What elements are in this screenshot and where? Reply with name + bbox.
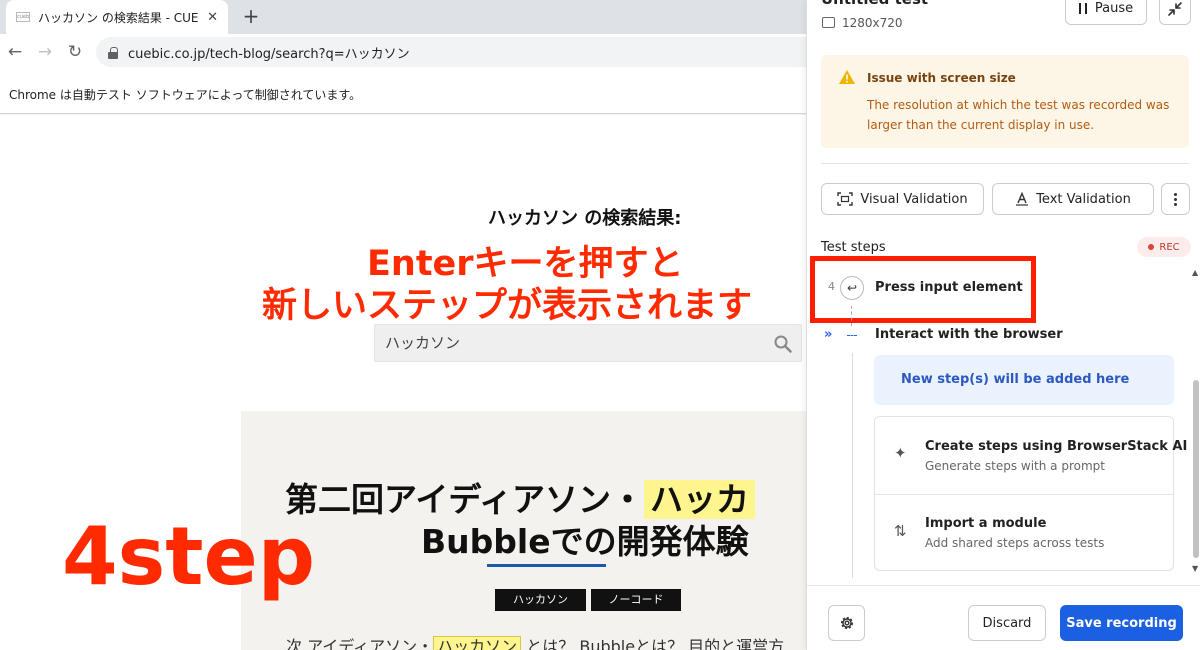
visual-validation-button[interactable]: Visual Validation	[821, 183, 984, 215]
article-title-highlight: ハッカ	[644, 480, 756, 519]
title-underline	[487, 564, 606, 567]
double-chevron-icon: »	[824, 327, 833, 342]
back-icon[interactable]: ←	[0, 42, 30, 62]
step-label: Press input element	[875, 280, 1023, 295]
article-title-line1[interactable]: 第二回アイディアソン・ ハッカ	[285, 473, 756, 521]
divider	[821, 163, 1189, 164]
article-title-prefix: 第二回アイディアソン・	[285, 480, 645, 519]
scroll-thumb[interactable]	[1193, 380, 1199, 558]
divider	[875, 494, 1173, 495]
pause-button[interactable]: Pause	[1065, 0, 1147, 25]
close-tab-icon[interactable]: ✕	[207, 10, 218, 25]
pause-label: Pause	[1094, 1, 1134, 16]
scroll-up-icon[interactable]: ▲	[1192, 268, 1198, 277]
browser-tab[interactable]: cuebic ハッカソン の検索結果 - CUEBiC TE ✕	[6, 0, 228, 34]
more-dot	[1174, 202, 1177, 206]
test-steps-heading: Test steps	[821, 240, 886, 255]
excerpt-prefix: 次 アイディアソン・	[286, 637, 434, 650]
timeline-line	[852, 353, 853, 578]
excerpt-suffix: とは？ Bubbleとは？ 目的と運営方	[526, 637, 785, 650]
tab-strip: cuebic ハッカソン の検索結果 - CUEBiC TE ✕ +	[0, 0, 806, 34]
forward-icon[interactable]: →	[30, 42, 60, 62]
import-module-option[interactable]: Import a module	[925, 516, 1046, 531]
lock-icon	[108, 46, 118, 59]
steps-scrollbar[interactable]: ▲ ▼	[1191, 268, 1200, 578]
automation-infobar: Chrome は自動テスト ソフトウェアによって制御されています。	[0, 76, 806, 114]
tab-title: ハッカソン の検索結果 - CUEBiC TE	[38, 10, 199, 25]
import-module-subtitle: Add shared steps across tests	[925, 536, 1105, 550]
settings-button[interactable]	[828, 605, 865, 641]
infobar-text: Chrome は自動テスト ソフトウェアによって制御されています。	[9, 88, 362, 102]
panel-footer: Discard Save recording	[807, 585, 1200, 650]
excerpt-highlight: ハッカソン	[433, 636, 522, 650]
save-recording-button[interactable]: Save recording	[1060, 605, 1183, 641]
create-steps-ai-subtitle: Generate steps with a prompt	[925, 459, 1105, 473]
sparkle-icon: ✦	[894, 444, 907, 462]
step-count-annotation: 4step	[62, 510, 316, 603]
visual-validation-label: Visual Validation	[860, 191, 968, 207]
test-title: Untitled test	[821, 0, 928, 8]
more-dot	[1174, 197, 1177, 201]
web-page: ハッカソン の検索結果: ハッカソン 第二回アイディアソン・ ハッカ Bubble…	[0, 115, 806, 650]
collapse-button[interactable]	[1159, 0, 1191, 25]
add-step-options: ✦ Create steps using BrowserStack AI Gen…	[874, 416, 1187, 571]
collapse-icon	[1168, 1, 1182, 16]
tag-nocode[interactable]: ノーコード	[591, 589, 681, 611]
article-title-line2[interactable]: Bubbleでの開発体験	[421, 515, 749, 563]
browser-toolbar: ← → ↻ cuebic.co.jp/tech-blog/search?q=ハッ…	[0, 34, 806, 70]
new-step-placeholder: New step(s) will be added here	[874, 355, 1174, 405]
visual-validation-icon	[837, 192, 854, 206]
discard-button[interactable]: Discard	[968, 605, 1046, 641]
resolution-text: 1280x720	[842, 16, 903, 30]
text-validation-label: Text Validation	[1036, 191, 1131, 207]
favicon-icon: cuebic	[16, 12, 30, 22]
text-validation-icon	[1016, 192, 1029, 206]
tag-hackathon[interactable]: ハッカソン	[495, 589, 586, 611]
interact-connector	[847, 335, 857, 336]
interact-label: Interact with the browser	[875, 327, 1063, 342]
rec-dot-icon	[1148, 244, 1155, 250]
search-input[interactable]: ハッカソン	[374, 324, 802, 362]
url-text: cuebic.co.jp/tech-blog/search?q=ハッカソン	[128, 46, 410, 62]
reload-icon[interactable]: ↻	[60, 42, 90, 62]
import-arrows-icon: ⇅	[894, 522, 907, 540]
gear-icon	[840, 617, 853, 629]
warning-icon	[839, 70, 855, 84]
screen-icon	[822, 17, 835, 28]
pause-icon	[1078, 3, 1087, 14]
address-bar[interactable]: cuebic.co.jp/tech-blog/search?q=ハッカソン	[96, 37, 806, 67]
rec-badge: REC	[1137, 237, 1191, 257]
step-connector	[851, 306, 852, 326]
text-validation-button[interactable]: Text Validation	[992, 183, 1154, 215]
search-results-heading: ハッカソン の検索結果:	[488, 208, 682, 229]
annotation-line2: 新しいステップが表示されます	[262, 286, 753, 326]
search-icon[interactable]	[773, 334, 793, 354]
recorder-panel: Untitled test 1280x720 Pause Issue with …	[806, 0, 1200, 650]
more-dot	[1174, 192, 1177, 196]
create-steps-ai-option[interactable]: Create steps using BrowserStack AI	[925, 439, 1187, 454]
scroll-down-icon[interactable]: ▼	[1192, 564, 1198, 573]
step-number: 4	[828, 280, 835, 293]
warning-text: The resolution at which the test was rec…	[867, 98, 1170, 132]
new-tab-button[interactable]: +	[240, 4, 262, 28]
warning-title: Issue with screen size	[867, 71, 1016, 85]
enter-key-icon: ↩	[840, 276, 864, 300]
more-options-button[interactable]	[1161, 183, 1190, 215]
article-excerpt: 次 アイディアソン・ ハッカソン とは？ Bubbleとは？ 目的と運営方	[286, 633, 784, 650]
rec-label: REC	[1159, 241, 1180, 253]
test-step-row[interactable]: 4 ↩ Press input element	[807, 270, 1187, 306]
screen-size-warning: Issue with screen size The resolution at…	[821, 55, 1189, 148]
search-input-value: ハッカソン	[385, 334, 461, 352]
